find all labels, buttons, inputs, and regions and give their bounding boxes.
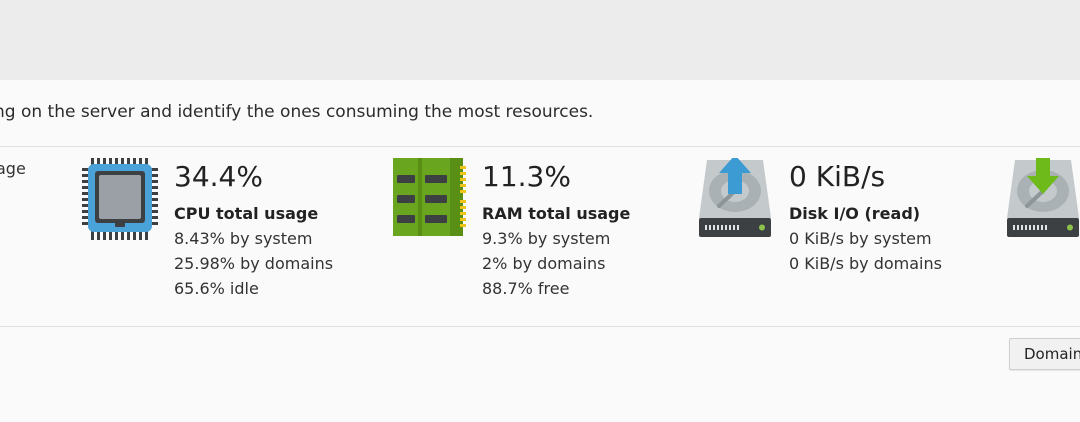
disk-read-value: 0 KiB/s — [789, 160, 886, 193]
cpu-usage-value: 34.4% — [174, 160, 263, 193]
cpu-by-domains: 25.98% by domains — [174, 254, 334, 273]
section-divider-top — [0, 146, 1080, 147]
disk-read-by-system: 0 KiB/s by system — [789, 229, 932, 248]
page-description-text: ng on the server and identify the ones c… — [0, 102, 594, 122]
disk-write-icon — [1005, 156, 1080, 240]
cpu-chip-icon — [82, 158, 158, 240]
section-divider-bottom — [0, 326, 1080, 327]
ram-usage-value: 11.3% — [482, 160, 571, 193]
cpu-by-system: 8.43% by system — [174, 229, 313, 248]
top-header-band — [0, 0, 1080, 80]
disk-read-icon — [697, 155, 773, 240]
disk-read-title: Disk I/O (read) — [789, 204, 921, 223]
ram-usage-title: RAM total usage — [482, 204, 631, 223]
cpu-usage-title: CPU total usage — [174, 204, 319, 223]
ram-by-domains: 2% by domains — [482, 254, 606, 273]
ram-module-icon — [390, 156, 466, 240]
ram-by-system: 9.3% by system — [482, 229, 611, 248]
disk-read-by-domains: 0 KiB/s by domains — [789, 254, 942, 273]
ram-usage-text: 11.3% RAM total usage 9.3% by system 2% … — [482, 158, 712, 301]
disk-read-text: 0 KiB/s Disk I/O (read) 0 KiB/s by syste… — [789, 158, 1019, 276]
domains-button[interactable]: Domains — [1009, 338, 1080, 370]
ram-free: 88.7% free — [482, 279, 570, 298]
side-label-fragment: age — [0, 159, 26, 178]
page-description: ng on the server and identify the ones c… — [0, 100, 1080, 124]
cpu-idle: 65.6% idle — [174, 279, 259, 298]
cpu-usage-text: 34.4% CPU total usage 8.43% by system 25… — [174, 158, 404, 301]
